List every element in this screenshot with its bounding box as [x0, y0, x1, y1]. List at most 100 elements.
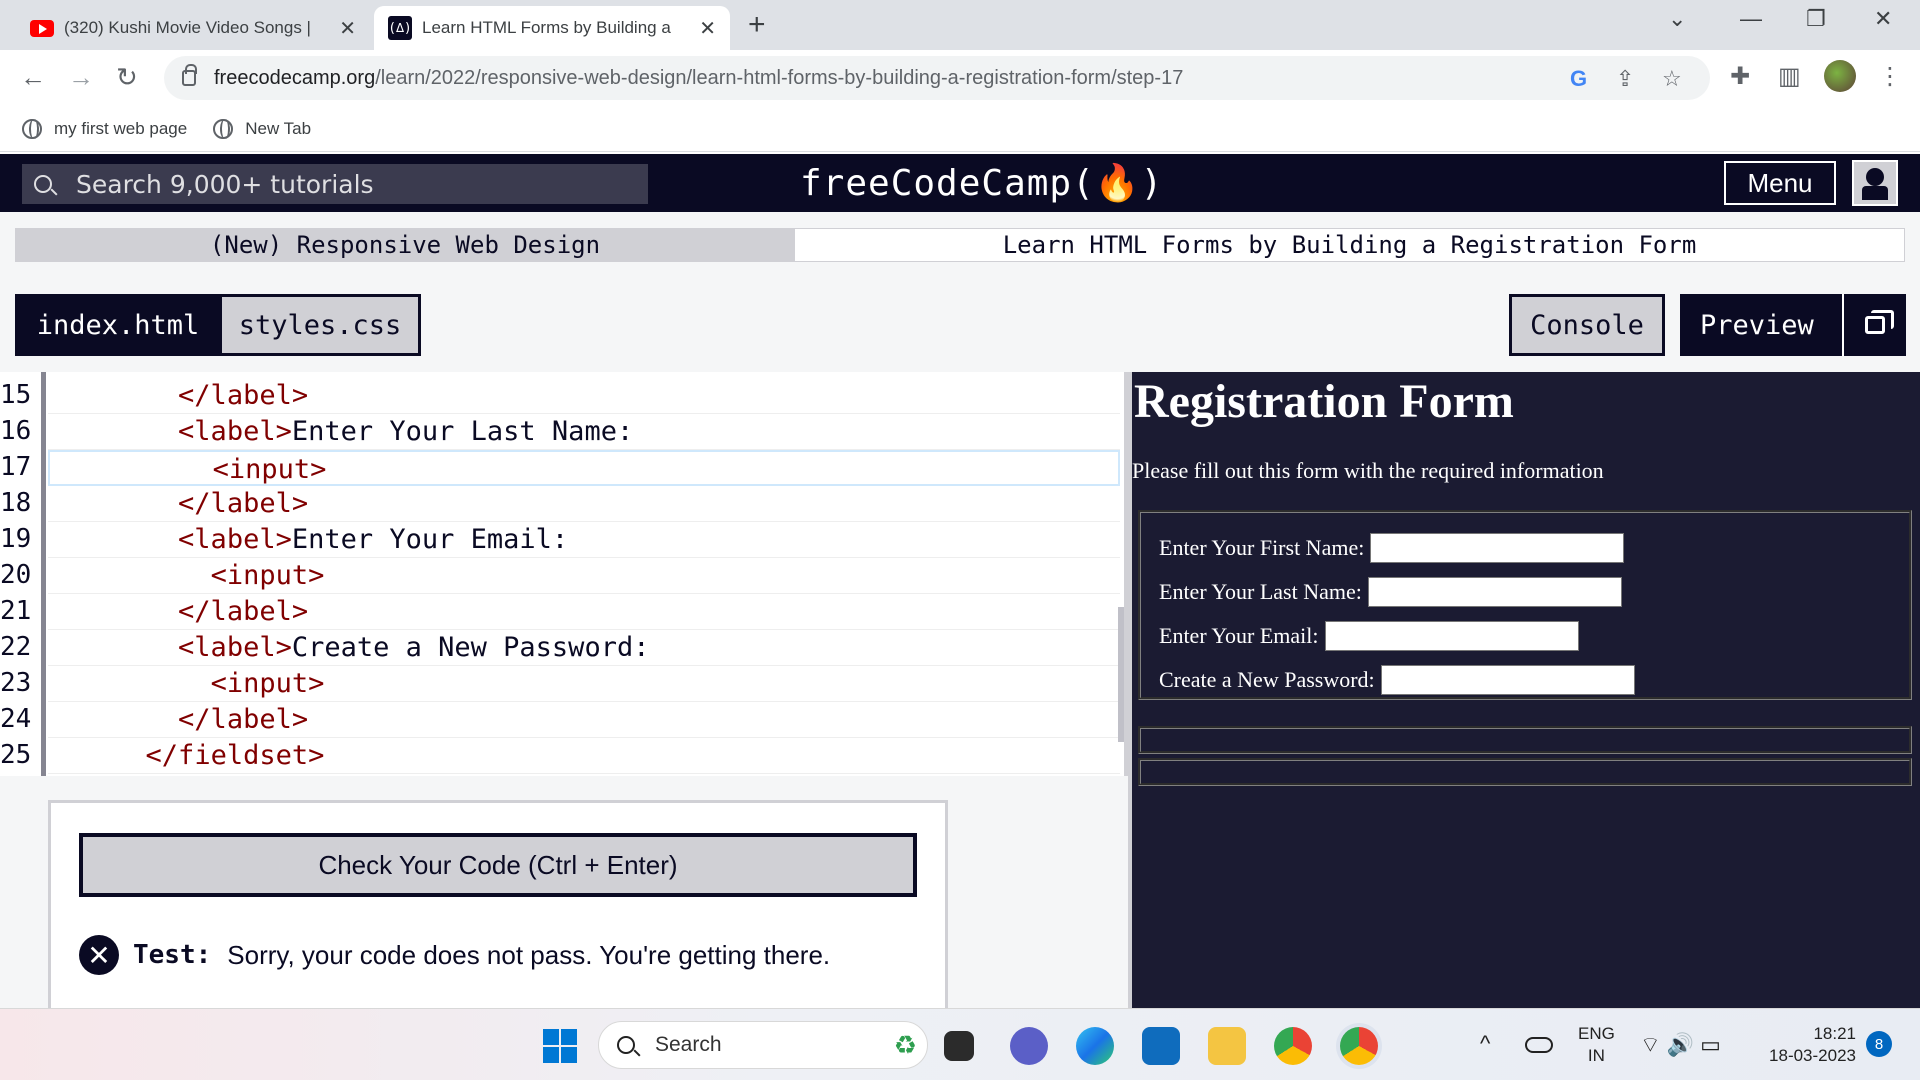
code-line[interactable]: </label>	[48, 594, 1120, 630]
search-input[interactable]: Search 9,000+ tutorials	[22, 164, 648, 204]
clock-date: 18-03-2023	[1769, 1046, 1856, 1065]
line-number: 25	[0, 740, 32, 770]
code-line[interactable]: <input>	[48, 558, 1120, 594]
html-tag: <input>	[210, 668, 325, 699]
bookmark-label: New Tab	[245, 118, 312, 138]
menu-button[interactable]: Menu	[1724, 161, 1836, 205]
password-row: Create a New Password:	[1159, 665, 1635, 695]
breadcrumb-project[interactable]: Learn HTML Forms by Building a Registrat…	[795, 228, 1905, 262]
html-tag: </label>	[178, 380, 309, 411]
code-line[interactable]: </fieldset>	[48, 738, 1120, 774]
tab-styles-css[interactable]: styles.css	[219, 294, 421, 356]
tab-title: Learn HTML Forms by Building a	[422, 18, 671, 37]
breadcrumb-course[interactable]: (New) Responsive Web Design	[15, 228, 809, 262]
browser-tab-youtube[interactable]: (320) Kushi Movie Video Songs | ✕	[16, 6, 370, 50]
preview-empty-fieldset	[1138, 758, 1912, 786]
check-code-button[interactable]: Check Your Code (Ctrl + Enter)	[79, 833, 917, 897]
code-line[interactable]: </label>	[48, 486, 1120, 522]
popout-preview-icon[interactable]	[1842, 294, 1906, 356]
globe-icon	[213, 118, 234, 139]
html-tag: </label>	[178, 488, 309, 519]
chrome-profile-icon[interactable]	[1340, 1027, 1378, 1065]
minimize-window-icon[interactable]: —	[1740, 6, 1762, 32]
browser-tab-freecodecamp[interactable]: (∆) Learn HTML Forms by Building a ✕	[374, 6, 730, 50]
edge-icon[interactable]	[1076, 1027, 1114, 1065]
show-hidden-icons-chevron[interactable]: ^	[1480, 1031, 1490, 1057]
youtube-icon	[30, 19, 54, 37]
line-number: 20	[0, 560, 32, 590]
bookmark-item[interactable]: New Tab	[213, 118, 312, 139]
bookmark-star-icon[interactable]: ☆	[1662, 66, 1682, 92]
user-avatar[interactable]	[1852, 160, 1898, 206]
line-number: 15	[0, 380, 32, 410]
preview-label: Preview	[1700, 309, 1814, 341]
onedrive-cloud-icon[interactable]	[1525, 1037, 1553, 1053]
code-line[interactable]: </label>	[48, 378, 1120, 414]
back-arrow-icon[interactable]: ←	[20, 62, 46, 93]
preview-button[interactable]: Preview	[1680, 294, 1906, 356]
task-view-icon[interactable]	[944, 1031, 974, 1061]
code-line[interactable]: <input>	[48, 666, 1120, 702]
code-line[interactable]: <label>Enter Your Email:	[48, 522, 1120, 558]
more-menu-icon[interactable]: ⋮	[1878, 62, 1902, 91]
mail-icon[interactable]	[1142, 1027, 1180, 1065]
code-line[interactable]: <label>Enter Your Last Name:	[48, 414, 1120, 450]
email-label: Enter Your Email:	[1159, 623, 1319, 648]
profile-avatar[interactable]	[1824, 60, 1856, 92]
clock[interactable]: 18:21 18-03-2023	[1760, 1023, 1856, 1067]
code-line[interactable]: </label>	[48, 702, 1120, 738]
email-input[interactable]	[1324, 621, 1579, 651]
bookmark-item[interactable]: my first web page	[22, 118, 187, 139]
instructions-box: Check Your Code (Ctrl + Enter) ✕ Test: S…	[48, 800, 948, 1008]
forward-arrow-icon[interactable]: →	[68, 62, 94, 93]
language-indicator[interactable]: ENG IN	[1578, 1023, 1615, 1067]
side-panel-icon[interactable]: ▥	[1778, 62, 1801, 91]
bookmarks-bar: my first web page New Tab	[0, 106, 1920, 152]
search-icon	[34, 175, 52, 193]
code-line[interactable]: <input>	[48, 450, 1120, 486]
close-tab-icon[interactable]: ✕	[699, 16, 716, 41]
code-editor[interactable]: 15 16 17 18 19 20 21 22 23 24 25 </label> <label>E…	[0, 372, 1128, 776]
notification-badge[interactable]: 8	[1866, 1031, 1892, 1057]
text-content: Create a New Password:	[291, 632, 650, 663]
html-tag: <label>	[178, 416, 292, 447]
google-icon[interactable]: G	[1570, 66, 1587, 92]
address-bar[interactable]: freecodecamp.org/learn/2022/responsive-w…	[164, 56, 1710, 100]
close-tab-icon[interactable]: ✕	[339, 16, 356, 41]
wifi-volume-battery-icons[interactable]: ⌔🔊▭	[1640, 1031, 1727, 1059]
line-number: 16	[0, 416, 32, 446]
tab-index-html[interactable]: index.html	[15, 294, 221, 356]
file-explorer-icon[interactable]	[1208, 1027, 1246, 1065]
extensions-puzzle-icon[interactable]: ✚	[1730, 62, 1750, 91]
windows-start-icon[interactable]	[543, 1029, 577, 1063]
restore-window-icon[interactable]: ❐	[1806, 6, 1826, 32]
html-tag: </label>	[178, 704, 309, 735]
code-line[interactable]: <label>Create a New Password:	[48, 630, 1120, 666]
new-tab-button[interactable]: +	[748, 8, 766, 42]
windows-taskbar: Search ♻ ^ ENG IN ⌔🔊▭ 18:21 18-03-2023 8	[0, 1008, 1920, 1080]
preview-title: Registration Form	[1134, 375, 1514, 428]
lock-icon[interactable]	[182, 64, 197, 86]
test-result: ✕ Test: Sorry, your code does not pass. …	[79, 935, 830, 975]
share-icon[interactable]: ⇪	[1616, 66, 1634, 92]
password-input[interactable]	[1380, 665, 1635, 695]
preview-empty-fieldset	[1138, 726, 1912, 754]
first-name-label: Enter Your First Name:	[1159, 535, 1365, 560]
close-window-icon[interactable]: ✕	[1874, 6, 1892, 32]
console-button[interactable]: Console	[1509, 294, 1665, 356]
teams-chat-icon[interactable]	[1010, 1027, 1048, 1065]
text-content: Enter Your Last Name:	[291, 416, 634, 447]
freecodecamp-logo[interactable]: freeCodeCamp(🔥)	[800, 162, 1163, 204]
chrome-icon[interactable]	[1274, 1027, 1312, 1065]
taskbar-search[interactable]: Search ♻	[598, 1021, 928, 1069]
tab-search-chevron-icon[interactable]: ⌄	[1668, 6, 1686, 32]
editor-tabs: index.html styles.css Console Preview	[0, 294, 1920, 372]
last-name-input[interactable]	[1367, 577, 1622, 607]
reload-icon[interactable]: ↻	[116, 62, 138, 93]
first-name-input[interactable]	[1370, 533, 1625, 563]
